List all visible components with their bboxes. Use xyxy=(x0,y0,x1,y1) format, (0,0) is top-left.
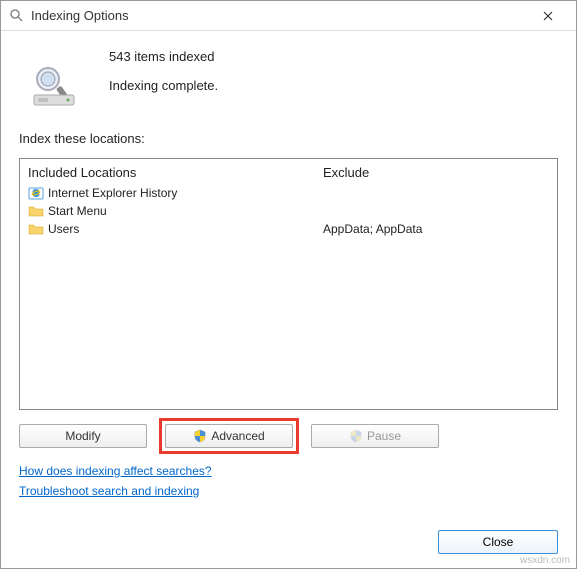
dialog-content: 543 items indexed Indexing complete. Ind… xyxy=(1,31,576,514)
titlebar: Indexing Options xyxy=(1,1,576,31)
pause-button: Pause xyxy=(311,424,439,448)
troubleshoot-link[interactable]: Troubleshoot search and indexing xyxy=(19,484,558,498)
list-item[interactable]: Start Menu xyxy=(28,202,307,220)
close-window-button[interactable] xyxy=(528,2,568,30)
modify-button[interactable]: Modify xyxy=(19,424,147,448)
button-row: Modify Advanced xyxy=(19,418,558,454)
dialog-footer: Close xyxy=(438,530,558,554)
items-indexed-label: 543 items indexed xyxy=(109,49,218,64)
included-column: Included Locations Internet Explorer His… xyxy=(20,159,315,409)
indexing-complete-label: Indexing complete. xyxy=(109,78,218,93)
close-button[interactable]: Close xyxy=(438,530,558,554)
list-item[interactable]: Internet Explorer History xyxy=(28,184,307,202)
exclude-column: Exclude AppData; AppData xyxy=(315,159,557,409)
list-item[interactable]: Users xyxy=(28,220,307,238)
location-label: Internet Explorer History xyxy=(48,186,177,200)
exclude-header: Exclude xyxy=(323,165,549,180)
advanced-button[interactable]: Advanced xyxy=(165,424,293,448)
index-locations-label: Index these locations: xyxy=(19,131,558,146)
location-label: Users xyxy=(48,222,79,236)
folder-icon xyxy=(28,222,44,236)
help-links: How does indexing affect searches? Troub… xyxy=(19,464,558,498)
status-row: 543 items indexed Indexing complete. xyxy=(19,49,558,109)
how-indexing-affects-link[interactable]: How does indexing affect searches? xyxy=(19,464,558,478)
included-header: Included Locations xyxy=(28,165,307,180)
advanced-highlight: Advanced xyxy=(159,418,299,454)
shield-icon xyxy=(193,429,207,443)
window-title: Indexing Options xyxy=(31,8,528,23)
magnifier-drive-icon xyxy=(25,65,85,109)
location-label: Start Menu xyxy=(48,204,107,218)
indexing-icon xyxy=(9,8,25,24)
locations-listbox[interactable]: Included Locations Internet Explorer His… xyxy=(19,158,558,410)
exclude-value: AppData; AppData xyxy=(323,220,549,238)
folder-icon xyxy=(28,204,44,218)
shield-icon xyxy=(349,429,363,443)
indexing-options-dialog: Indexing Options 543 items index xyxy=(0,0,577,569)
status-text: 543 items indexed Indexing complete. xyxy=(109,49,218,107)
ie-icon xyxy=(28,186,44,200)
watermark: wsxdn.com xyxy=(520,555,570,566)
